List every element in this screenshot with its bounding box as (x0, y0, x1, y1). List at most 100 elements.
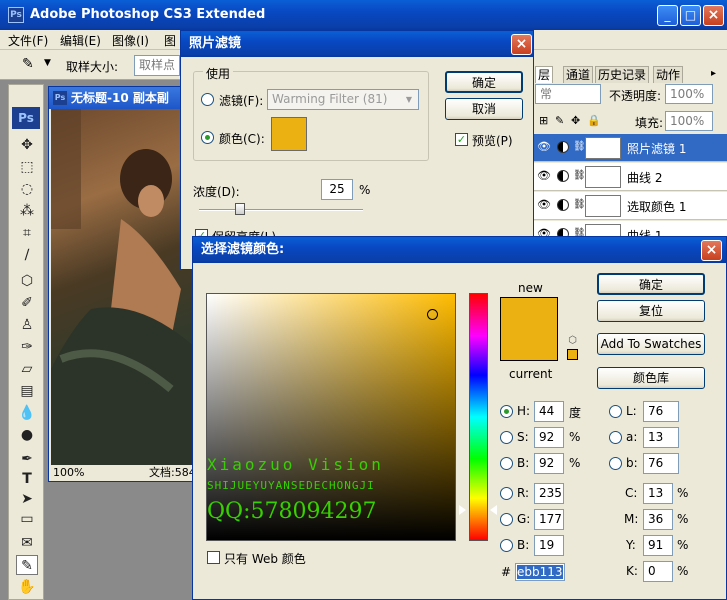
brightness-input[interactable]: 92 (534, 453, 564, 474)
hue-slider-left-arrow-icon[interactable] (459, 505, 466, 515)
preview-checkbox[interactable]: ✓ (455, 133, 468, 146)
density-slider-thumb[interactable] (235, 203, 245, 215)
tab-layers[interactable]: 层 (535, 66, 554, 83)
eye-icon[interactable]: 👁 (537, 198, 551, 212)
shape-tool-icon[interactable]: ▭ (16, 509, 38, 529)
eraser-tool-icon[interactable]: ▱ (16, 359, 38, 379)
opacity-input[interactable]: 100% (665, 84, 713, 104)
hue-slider-right-arrow-icon[interactable] (490, 505, 497, 515)
menu-edit[interactable]: 编辑(E) (60, 32, 101, 49)
add-to-swatches-button[interactable]: Add To Swatches (597, 333, 705, 355)
maximize-button[interactable]: □ (680, 5, 701, 26)
notes-tool-icon[interactable]: ✉ (16, 533, 38, 553)
layer-row[interactable]: 👁 ⛓ 照片滤镜 1 (533, 134, 727, 162)
color-libraries-button[interactable]: 颜色库 (597, 367, 705, 389)
green-input[interactable]: 177 (534, 509, 564, 530)
tab-actions[interactable]: 动作 (653, 66, 684, 83)
slice-tool-icon[interactable]: ∕ (16, 245, 38, 265)
tool-preset-arrow-icon[interactable]: ▼ (44, 58, 51, 68)
sample-size-select[interactable]: 取样点 (134, 55, 180, 76)
close-button[interactable]: × (703, 5, 724, 26)
gradient-tool-icon[interactable]: ▤ (16, 381, 38, 401)
web-only-checkbox[interactable] (207, 551, 220, 564)
lock-brush-icon[interactable]: ✎ (555, 114, 564, 127)
color-field-marker[interactable] (427, 309, 438, 320)
blend-mode-select[interactable]: 常 (535, 84, 601, 104)
filter-select[interactable]: Warming Filter (81) ▼ (267, 89, 419, 110)
saturation-input[interactable]: 92 (534, 427, 564, 448)
path-selection-tool-icon[interactable]: ➤ (16, 489, 38, 509)
websafe-cube-icon[interactable]: ⬡ (567, 335, 578, 346)
brightness-radio[interactable] (500, 457, 513, 470)
hex-input[interactable]: ebb113 (515, 563, 565, 581)
pen-tool-icon[interactable]: ✒ (16, 449, 38, 469)
red-input[interactable]: 235 (534, 483, 564, 504)
magenta-input[interactable]: 36 (643, 509, 673, 530)
eyedropper-icon[interactable]: ✎ (22, 56, 34, 72)
lab-l-input[interactable]: 76 (643, 401, 679, 422)
lock-move-icon[interactable]: ✥ (571, 114, 580, 127)
blur-tool-icon[interactable]: 💧 (16, 403, 38, 423)
minimize-button[interactable]: _ (657, 5, 678, 26)
color-picker-close-button[interactable]: × (701, 240, 722, 261)
websafe-color-swatch[interactable] (567, 349, 578, 360)
saturation-radio[interactable] (500, 431, 513, 444)
red-radio[interactable] (500, 487, 513, 500)
cyan-input[interactable]: 13 (643, 483, 673, 504)
eye-icon[interactable]: 👁 (537, 140, 551, 154)
hue-radio[interactable] (500, 405, 513, 418)
menu-layer[interactable]: 图 (164, 32, 176, 49)
photo-filter-close-button[interactable]: × (511, 34, 532, 55)
dodge-tool-icon[interactable]: ● (16, 425, 38, 445)
eye-icon[interactable]: 👁 (537, 169, 551, 183)
document-size[interactable]: 文档:584 (149, 465, 196, 481)
clone-stamp-tool-icon[interactable]: ♙ (16, 315, 38, 335)
lock-transparent-icon[interactable]: ⊞ (539, 114, 548, 127)
density-slider-track[interactable] (199, 209, 363, 211)
color-radio[interactable] (201, 131, 214, 144)
layer-mask-thumbnail[interactable] (585, 137, 621, 159)
history-brush-tool-icon[interactable]: ✑ (16, 337, 38, 357)
lasso-tool-icon[interactable]: ◌ (16, 179, 38, 199)
fill-input[interactable]: 100% (665, 111, 713, 131)
yellow-input[interactable]: 91 (643, 535, 673, 556)
zoom-level[interactable]: 100% (53, 465, 84, 481)
filter-color-swatch[interactable] (271, 117, 307, 151)
type-tool-icon[interactable]: T (16, 469, 38, 489)
panel-menu-icon[interactable]: ▸ (711, 68, 716, 79)
eyedropper-tool-icon[interactable]: ✎ (16, 555, 38, 575)
photo-filter-ok-button[interactable]: 确定 (445, 71, 523, 93)
density-input[interactable]: 25 (321, 179, 353, 200)
hand-tool-icon[interactable]: ✋ (16, 577, 38, 597)
brush-tool-icon[interactable]: ✐ (16, 293, 38, 313)
tab-channels[interactable]: 通道 (563, 66, 594, 83)
picker-ok-button[interactable]: 确定 (597, 273, 705, 295)
marquee-tool-icon[interactable]: ⬚ (16, 157, 38, 177)
move-tool-icon[interactable]: ✥ (16, 135, 38, 155)
layer-row[interactable]: 👁 ⛓ 选取颜色 1 (533, 192, 727, 220)
hue-slider[interactable] (469, 293, 488, 541)
lab-a-radio[interactable] (609, 431, 622, 444)
blue-input[interactable]: 19 (534, 535, 564, 556)
tab-history[interactable]: 历史记录 (595, 66, 650, 83)
layer-row[interactable]: 👁 ⛓ 曲线 2 (533, 163, 727, 191)
layer-mask-thumbnail[interactable] (585, 195, 621, 217)
document-canvas[interactable] (51, 109, 197, 465)
healing-tool-icon[interactable]: ⬡ (16, 271, 38, 291)
lab-a-input[interactable]: 13 (643, 427, 679, 448)
menu-file[interactable]: 文件(F) (8, 32, 48, 49)
lock-all-icon[interactable]: 🔒 (587, 114, 601, 127)
lab-l-radio[interactable] (609, 405, 622, 418)
crop-tool-icon[interactable]: ⌗ (16, 223, 38, 243)
black-input[interactable]: 0 (643, 561, 673, 582)
magic-wand-tool-icon[interactable]: ⁂ (16, 201, 38, 221)
filter-radio[interactable] (201, 93, 214, 106)
lab-b-radio[interactable] (609, 457, 622, 470)
layer-mask-thumbnail[interactable] (585, 166, 621, 188)
green-radio[interactable] (500, 513, 513, 526)
lab-b-input[interactable]: 76 (643, 453, 679, 474)
blue-radio[interactable] (500, 539, 513, 552)
photo-filter-cancel-button[interactable]: 取消 (445, 98, 523, 120)
picker-reset-button[interactable]: 复位 (597, 300, 705, 322)
hue-input[interactable]: 44 (534, 401, 564, 422)
